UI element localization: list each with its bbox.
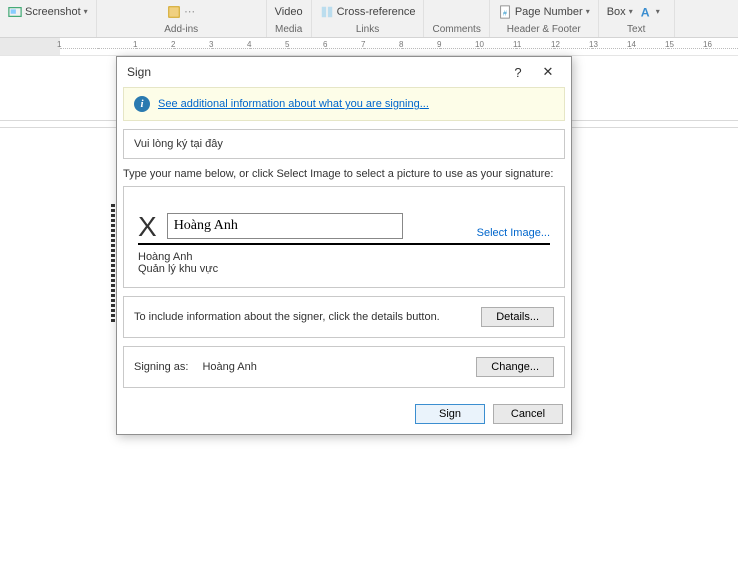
info-bar: i See additional information about what … bbox=[123, 87, 565, 121]
links-group-label: Links bbox=[356, 23, 379, 35]
cancel-button[interactable]: Cancel bbox=[493, 404, 563, 424]
sign-button[interactable]: Sign bbox=[415, 404, 485, 424]
screenshot-icon bbox=[8, 5, 22, 19]
dialog-titlebar: Sign ? ✕ bbox=[117, 57, 571, 87]
signer-name: Hoàng Anh bbox=[138, 251, 550, 263]
signing-as-value: Hoàng Anh bbox=[202, 361, 256, 373]
screenshot-label: Screenshot bbox=[25, 6, 81, 18]
select-image-link[interactable]: Select Image... bbox=[477, 227, 550, 239]
chevron-down-icon: ▾ bbox=[629, 7, 633, 16]
chevron-down-icon: ▾ bbox=[84, 7, 88, 16]
cross-reference-button[interactable]: Cross-reference bbox=[320, 5, 416, 19]
info-link[interactable]: See additional information about what yo… bbox=[158, 98, 429, 110]
sign-dialog: Sign ? ✕ i See additional information ab… bbox=[116, 56, 572, 435]
signing-as-label: Signing as: bbox=[134, 361, 188, 373]
chevron-down-icon: ▾ bbox=[586, 7, 590, 16]
crossref-icon bbox=[320, 5, 334, 19]
wordart-icon: A bbox=[639, 5, 653, 19]
ribbon: Screenshot ▾ ⋯ Add-ins Video Media Cross… bbox=[0, 0, 738, 38]
video-label: Video bbox=[275, 6, 303, 18]
svg-text:#: # bbox=[503, 10, 507, 17]
pagenum-icon: # bbox=[498, 5, 512, 19]
media-group-label: Media bbox=[275, 23, 302, 35]
signing-prompt-text: Vui lòng ký tại đây bbox=[134, 138, 223, 150]
pagenum-label: Page Number bbox=[515, 6, 583, 18]
chevron-down-icon: ▾ bbox=[656, 7, 660, 16]
dialog-title: Sign bbox=[127, 65, 503, 79]
online-video-button[interactable]: Video bbox=[275, 6, 303, 18]
signature-panel: X Select Image... Hoàng Anh Quản lý khu … bbox=[123, 186, 565, 288]
signature-x-mark: X bbox=[138, 211, 157, 243]
details-text: To include information about the signer,… bbox=[134, 311, 440, 323]
comments-group-label: Comments bbox=[432, 23, 480, 35]
details-button[interactable]: Details... bbox=[481, 307, 554, 327]
signature-name-input[interactable] bbox=[167, 213, 403, 239]
horizontal-ruler[interactable]: 11234567891011121314151617 bbox=[0, 38, 738, 56]
text-box-button[interactable]: Box ▾ bbox=[607, 6, 633, 18]
signing-prompt-box: Vui lòng ký tại đây bbox=[123, 129, 565, 159]
info-icon: i bbox=[134, 96, 150, 112]
svg-text:A: A bbox=[640, 5, 649, 19]
dialog-button-row: Sign Cancel bbox=[117, 396, 571, 434]
signature-line bbox=[138, 243, 550, 245]
signer-title: Quản lý khu vực bbox=[138, 263, 550, 275]
signing-as-panel: Signing as: Hoàng Anh Change... bbox=[123, 346, 565, 388]
change-button[interactable]: Change... bbox=[476, 357, 554, 377]
illustrations-group-label bbox=[46, 23, 49, 35]
wordart-button[interactable]: A ▾ bbox=[639, 5, 660, 19]
text-group-label: Text bbox=[627, 23, 645, 35]
addin-icon bbox=[167, 5, 181, 19]
screenshot-button[interactable]: Screenshot ▾ bbox=[8, 5, 88, 19]
help-button[interactable]: ? bbox=[503, 60, 533, 84]
details-panel: To include information about the signer,… bbox=[123, 296, 565, 338]
addins-group-label: Add-ins bbox=[164, 23, 198, 35]
page-number-button[interactable]: # Page Number ▾ bbox=[498, 5, 590, 19]
close-button[interactable]: ✕ bbox=[533, 60, 563, 84]
crossref-label: Cross-reference bbox=[337, 6, 416, 18]
box-label: Box bbox=[607, 6, 626, 18]
instructions-text: Type your name below, or click Select Im… bbox=[123, 167, 565, 182]
addins-placeholder[interactable]: ⋯ bbox=[167, 5, 195, 19]
hf-group-label: Header & Footer bbox=[507, 23, 581, 35]
